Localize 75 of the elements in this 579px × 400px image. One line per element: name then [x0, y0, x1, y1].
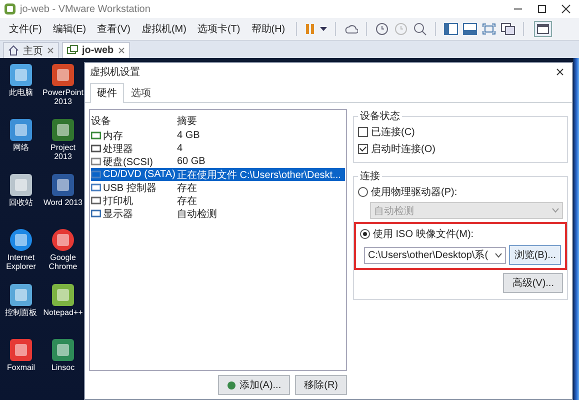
desktop-icon-label[interactable]: Internet Explorer — [0, 254, 42, 272]
desktop-icon-label[interactable]: 回收站 — [9, 199, 33, 208]
checkbox-option[interactable]: 已连接(C) — [358, 125, 563, 139]
desktop-app-icon[interactable] — [8, 117, 34, 143]
caret-icon — [495, 252, 502, 258]
desktop-icon-label[interactable]: 网络 — [13, 144, 29, 153]
menu-item[interactable]: 虚拟机(M) — [138, 22, 190, 36]
desktop-icon-label[interactable]: Foxmail — [6, 364, 35, 373]
checkbox[interactable] — [358, 144, 368, 154]
desktop-icon-label[interactable]: Project 2013 — [42, 144, 84, 162]
desktop-app-icon[interactable] — [8, 282, 34, 308]
column-header: 摘要 — [177, 114, 198, 128]
desktop-icon-label[interactable]: Google Chrome — [42, 254, 84, 272]
group-title: 设备状态 — [359, 110, 401, 123]
group-title: 连接 — [359, 170, 381, 183]
tab[interactable]: jo-web — [62, 42, 130, 58]
device-row[interactable]: 打印机 存在 — [91, 194, 345, 207]
advanced-button[interactable]: 高级(V)... — [503, 273, 563, 293]
desktop-app-icon[interactable] — [50, 337, 76, 363]
device-row[interactable]: 显示器 自动检测 — [91, 207, 345, 220]
tab[interactable]: 主页 — [3, 42, 59, 58]
desktop-icon-label[interactable]: Linsoc — [51, 364, 75, 373]
menu-item[interactable]: 选项卡(T) — [194, 22, 244, 36]
tab[interactable]: 选项 — [124, 83, 158, 102]
desktop-icon-label[interactable]: 此电脑 — [9, 89, 33, 98]
menu-item[interactable]: 帮助(H) — [248, 22, 288, 36]
desktop-app-icon[interactable] — [8, 337, 34, 363]
device-row[interactable]: USB 控制器 存在 — [91, 181, 345, 194]
desktop-app-icon[interactable] — [8, 62, 34, 88]
menu-item[interactable]: 查看(V) — [94, 22, 134, 36]
windows-icon[interactable] — [501, 23, 516, 35]
browse-button[interactable]: 浏览(B)... — [509, 245, 561, 265]
device-row[interactable]: 内存 4 GB — [91, 129, 345, 142]
desktop-app-icon[interactable] — [50, 117, 76, 143]
desktop-icon-label[interactable]: PowerPoint 2013 — [42, 89, 84, 107]
caret-icon[interactable] — [320, 26, 328, 32]
caret-icon — [552, 208, 559, 213]
add-button[interactable]: 添加(A)... — [218, 375, 290, 395]
checkbox-option[interactable]: 启动时连接(O) — [358, 142, 563, 156]
clock-icon[interactable] — [375, 22, 390, 36]
add-icon — [227, 380, 236, 390]
device-row[interactable]: 硬盘(SCSI) 60 GB — [91, 155, 345, 168]
desktop-app-icon[interactable] — [50, 62, 76, 88]
vm-icon — [67, 45, 78, 56]
desktop-app-icon[interactable] — [50, 172, 76, 198]
close-icon[interactable] — [561, 4, 571, 14]
column-header: 设备 — [91, 114, 112, 128]
search-icon[interactable] — [413, 22, 428, 36]
radio-option[interactable]: 使用 ISO 映像文件(M): — [360, 227, 561, 241]
desktop-app-icon[interactable] — [50, 282, 76, 308]
fullscreen-icon[interactable] — [482, 23, 496, 35]
app-icon — [4, 3, 16, 15]
home-icon — [8, 45, 19, 56]
menu-item[interactable]: 编辑(E) — [50, 22, 90, 36]
remove-button[interactable]: 移除(R) — [295, 375, 347, 395]
radio-button[interactable] — [358, 187, 368, 197]
close-icon[interactable] — [556, 68, 564, 76]
window-title: jo-web - VMware Workstation — [20, 4, 150, 14]
maximize-icon[interactable] — [537, 4, 547, 14]
dialog-title: 虚拟机设置 — [90, 66, 140, 79]
desktop-icon-label[interactable]: 控制面板 — [5, 309, 37, 318]
desktop-icon-label[interactable]: Notepad++ — [43, 309, 83, 318]
device-row[interactable]: CD/DVD (SATA)正在使用文件 C:\Users\other\Deskt... — [91, 168, 345, 181]
menu-item[interactable]: 文件(F) — [6, 22, 45, 36]
device-row[interactable]: 处理器 4 — [91, 142, 345, 155]
radio-option[interactable]: 使用物理驱动器(P): — [358, 185, 563, 199]
iso-path-field[interactable]: C:\Users\other\Desktop\系( — [364, 246, 506, 264]
desktop-app-icon[interactable] — [8, 172, 34, 198]
console-icon[interactable] — [534, 21, 552, 37]
monitor-icon[interactable] — [463, 23, 478, 35]
radio-button[interactable] — [360, 229, 370, 239]
desktop-icon-label[interactable]: Word 2013 — [44, 199, 82, 208]
checkbox[interactable] — [358, 127, 368, 137]
sidebar-icon[interactable] — [444, 23, 458, 35]
tab[interactable]: 硬件 — [90, 83, 124, 103]
